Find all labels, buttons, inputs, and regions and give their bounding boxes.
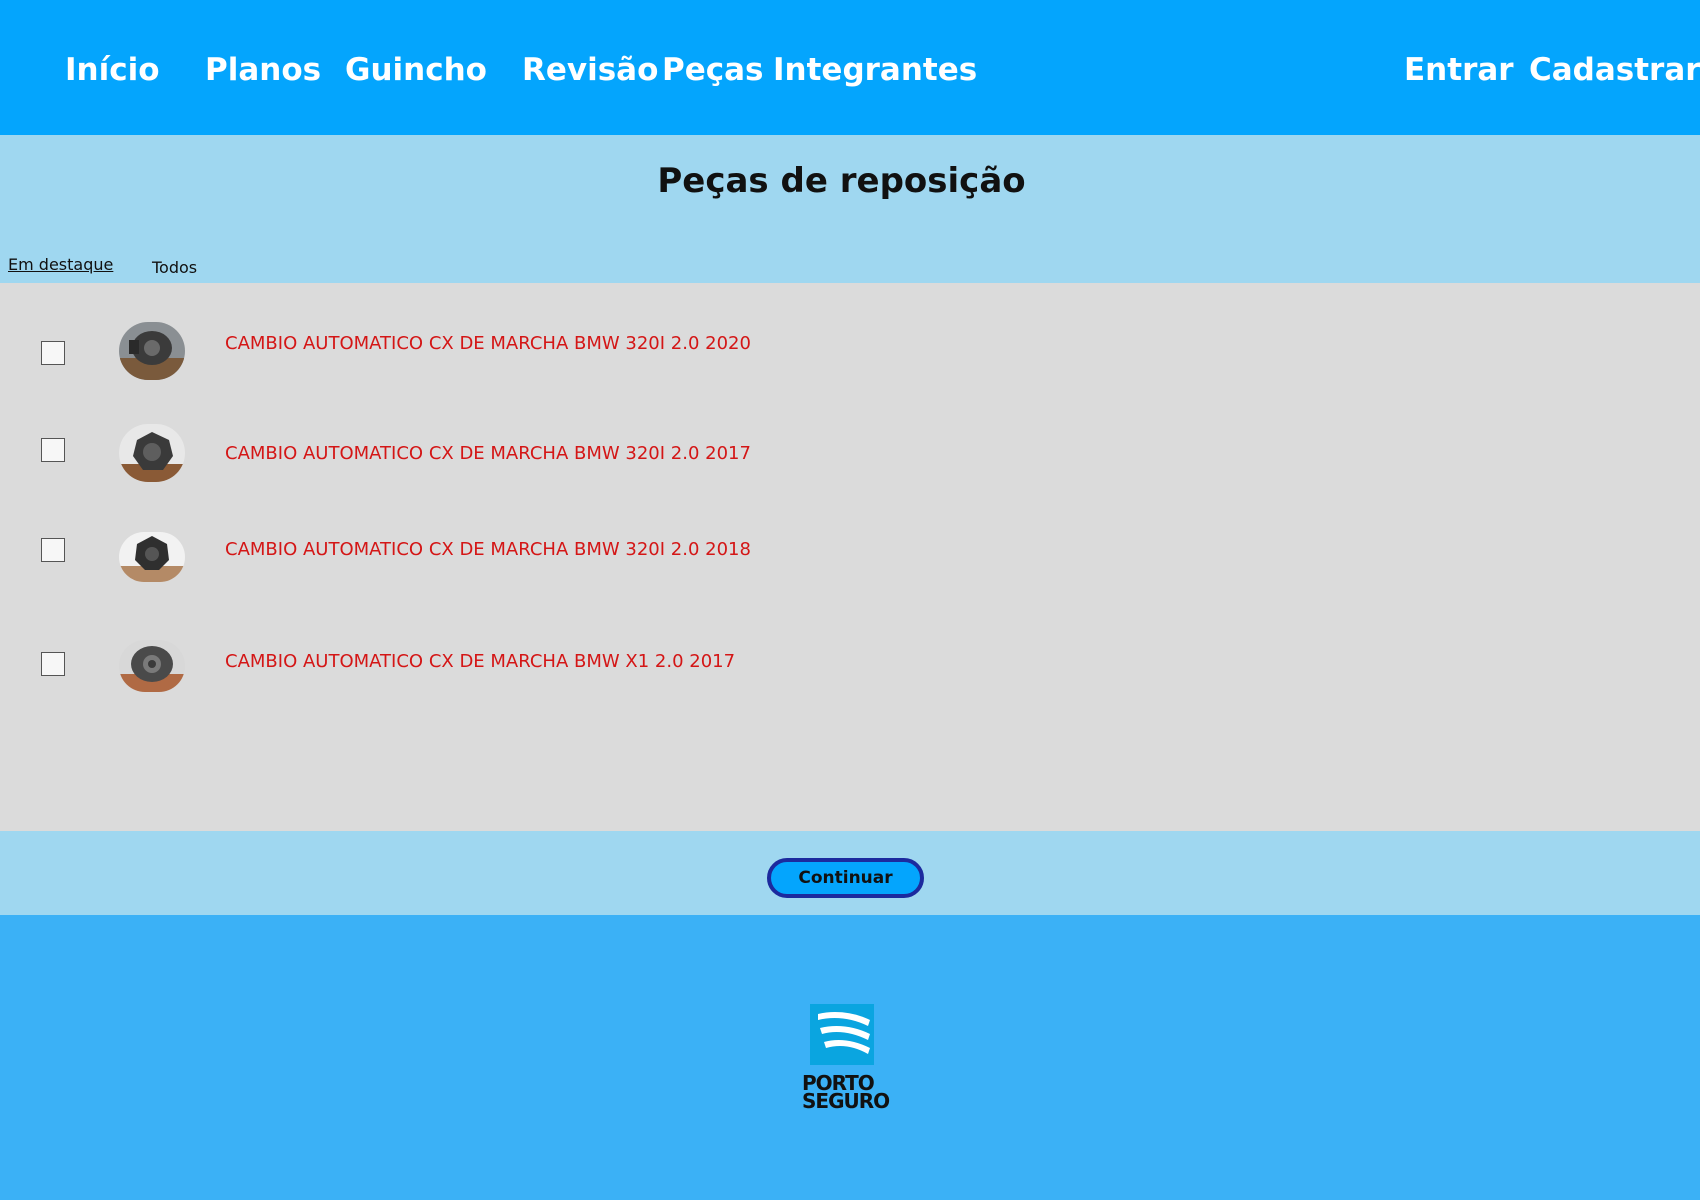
part-checkbox[interactable] [41, 341, 65, 365]
part-checkbox[interactable] [41, 652, 65, 676]
part-name[interactable]: CAMBIO AUTOMATICO CX DE MARCHA BMW 320I … [225, 332, 751, 356]
part-thumbnail [119, 424, 185, 482]
continue-button[interactable]: Continuar [767, 858, 924, 898]
parts-list: CAMBIO AUTOMATICO CX DE MARCHA BMW 320I … [0, 283, 1700, 831]
list-item: CAMBIO AUTOMATICO CX DE MARCHA BMW X1 2.… [0, 640, 1700, 719]
part-checkbox[interactable] [41, 538, 65, 562]
list-item: CAMBIO AUTOMATICO CX DE MARCHA BMW 320I … [0, 424, 1700, 508]
filter-featured-tab[interactable]: Em destaque [8, 254, 113, 276]
transmission-image [119, 640, 185, 692]
signup-link[interactable]: Cadastrar [1529, 48, 1700, 92]
nav-link-integrantes[interactable]: Integrantes [773, 48, 977, 92]
part-name[interactable]: CAMBIO AUTOMATICO CX DE MARCHA BMW 320I … [225, 538, 751, 562]
top-navigation: Início Planos Guincho Revisão Peças Inte… [0, 0, 1700, 135]
filter-all-tab[interactable]: Todos [152, 257, 197, 279]
logo-line-seguro: SEGURO [802, 1089, 890, 1113]
transmission-image [119, 322, 185, 380]
nav-link-planos[interactable]: Planos [205, 48, 321, 92]
sail-logo-icon [810, 1004, 874, 1065]
transmission-image [119, 532, 185, 582]
part-thumbnail [119, 322, 185, 380]
list-item: CAMBIO AUTOMATICO CX DE MARCHA BMW 320I … [0, 532, 1700, 608]
nav-link-guincho[interactable]: Guincho [345, 48, 487, 92]
part-checkbox[interactable] [41, 438, 65, 462]
list-item: CAMBIO AUTOMATICO CX DE MARCHA BMW 320I … [0, 318, 1700, 388]
page-title: Peças de reposição [657, 161, 1026, 201]
nav-link-pecas[interactable]: Peças [662, 48, 764, 92]
nav-link-inicio[interactable]: Início [65, 48, 160, 92]
nav-link-revisao[interactable]: Revisão [522, 48, 658, 92]
part-name[interactable]: CAMBIO AUTOMATICO CX DE MARCHA BMW 320I … [225, 442, 751, 466]
part-thumbnail [119, 640, 185, 692]
part-thumbnail [119, 532, 185, 582]
login-link[interactable]: Entrar [1404, 48, 1514, 92]
transmission-image [119, 424, 185, 482]
part-name[interactable]: CAMBIO AUTOMATICO CX DE MARCHA BMW X1 2.… [225, 650, 735, 674]
logo-wordmark: PORTO SEGURO [802, 1073, 894, 1113]
porto-seguro-logo: PORTO SEGURO [802, 1004, 890, 1112]
